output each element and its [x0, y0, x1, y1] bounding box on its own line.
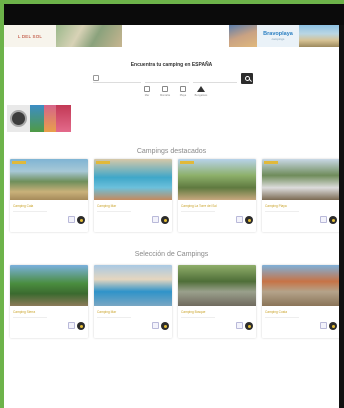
- favorite-button[interactable]: [161, 322, 169, 330]
- quick-link-label: Bungalows: [194, 94, 208, 97]
- selection-section-title: Selección de Campings: [134, 251, 209, 258]
- camping-card[interactable]: Camping Cala: [10, 159, 88, 232]
- quick-link-label: Mar: [144, 94, 150, 97]
- seal-emblem-icon: [10, 110, 27, 127]
- card-name: Camping Playa: [265, 204, 287, 208]
- screen-frame-right: [339, 25, 344, 408]
- calendar-icon: [93, 74, 99, 81]
- card-photo: [262, 265, 339, 306]
- banner-brand-sub: campings: [271, 37, 285, 41]
- beach-icon: [180, 86, 186, 92]
- card-photo: [262, 159, 339, 200]
- ad-square-banner[interactable]: [7, 105, 71, 132]
- featured-tag: [264, 161, 278, 164]
- card-name: Camping Mar: [97, 204, 117, 208]
- browser-top-bar: [0, 4, 344, 25]
- compare-icon[interactable]: [152, 216, 159, 223]
- card-divider: [181, 317, 215, 318]
- quick-link-playa[interactable]: Playa: [176, 86, 190, 97]
- card-divider: [265, 317, 299, 318]
- camping-card[interactable]: Camping Mar: [94, 265, 172, 338]
- quick-link-bungalows[interactable]: Bungalows: [194, 86, 208, 97]
- favorite-button[interactable]: [77, 216, 85, 224]
- banner-beach-photo: [299, 25, 339, 47]
- compare-icon[interactable]: [68, 216, 75, 223]
- card-name: Camping La Torre del Sol: [181, 204, 217, 208]
- card-divider: [265, 211, 299, 212]
- featured-tag: [12, 161, 26, 164]
- card-name: Camping Mar: [97, 310, 117, 314]
- mountain-icon: [162, 86, 168, 92]
- compare-icon[interactable]: [236, 216, 243, 223]
- compare-icon[interactable]: [320, 216, 327, 223]
- compare-icon[interactable]: [68, 322, 75, 329]
- card-photo: [94, 265, 172, 306]
- card-name: Camping Cala: [13, 204, 34, 208]
- quick-link-mar[interactable]: Mar: [140, 86, 154, 97]
- quick-link-label: Playa: [179, 94, 187, 97]
- card-photo: [10, 159, 88, 200]
- ad-photo: [44, 105, 56, 132]
- card-name: Camping Bosque: [181, 310, 206, 314]
- card-divider: [97, 211, 131, 212]
- search-field-type[interactable]: [145, 73, 189, 83]
- favorite-button[interactable]: [161, 216, 169, 224]
- quick-link-montana[interactable]: Montaña: [158, 86, 172, 97]
- quick-link-label: Montaña: [159, 94, 171, 97]
- ad-photo: [30, 105, 44, 132]
- banner-photo: [56, 25, 122, 47]
- banner-people-photo: [229, 25, 257, 47]
- card-name: Camping Sierra: [13, 310, 36, 314]
- search-title: Encuentra tu camping en ESPAÑA: [130, 62, 213, 68]
- banner-logo-text: L DEL SOL: [17, 33, 43, 39]
- map-icon: [144, 86, 150, 92]
- favorite-button[interactable]: [329, 322, 337, 330]
- search-bar: [93, 72, 253, 84]
- search-button[interactable]: [241, 72, 253, 84]
- search-field-location[interactable]: [93, 73, 141, 83]
- card-divider: [13, 317, 47, 318]
- camping-card[interactable]: Camping Mar: [94, 159, 172, 232]
- card-photo: [178, 159, 256, 200]
- favorite-button[interactable]: [245, 322, 253, 330]
- ad-seal: [7, 105, 30, 132]
- card-photo: [94, 159, 172, 200]
- camping-card[interactable]: Camping Playa: [262, 159, 339, 232]
- favorite-button[interactable]: [245, 216, 253, 224]
- home-icon: [197, 86, 205, 92]
- card-name: Camping Costa: [265, 310, 287, 314]
- compare-icon[interactable]: [152, 322, 159, 329]
- card-divider: [97, 317, 131, 318]
- ad-banner-right[interactable]: Bravoplaya campings: [229, 25, 339, 47]
- camping-card[interactable]: Camping Costa: [262, 265, 339, 338]
- featured-tag: [96, 161, 110, 164]
- camping-card[interactable]: Camping Bosque: [178, 265, 256, 338]
- compare-icon[interactable]: [236, 322, 243, 329]
- search-field-region[interactable]: [193, 73, 237, 83]
- featured-tag: [180, 161, 194, 164]
- card-photo: [178, 265, 256, 306]
- search-icon: [244, 75, 250, 81]
- ad-photo: [56, 105, 71, 132]
- quick-links: Mar Montaña Playa Bungalows: [140, 86, 212, 97]
- card-photo: [10, 265, 88, 306]
- featured-section-title: Campings destacados: [136, 148, 207, 155]
- camping-card[interactable]: Camping La Torre del Sol: [178, 159, 256, 232]
- web-page: L DEL SOL Bravoplaya campings Encuentra …: [4, 25, 339, 408]
- banner-logo: L DEL SOL: [4, 25, 56, 47]
- favorite-button[interactable]: [329, 216, 337, 224]
- banner-brand: Bravoplaya campings: [257, 25, 299, 47]
- camping-card[interactable]: Camping Sierra: [10, 265, 88, 338]
- card-divider: [181, 211, 215, 212]
- compare-icon[interactable]: [320, 322, 327, 329]
- card-divider: [13, 211, 47, 212]
- ad-banner-left[interactable]: L DEL SOL: [4, 25, 122, 47]
- favorite-button[interactable]: [77, 322, 85, 330]
